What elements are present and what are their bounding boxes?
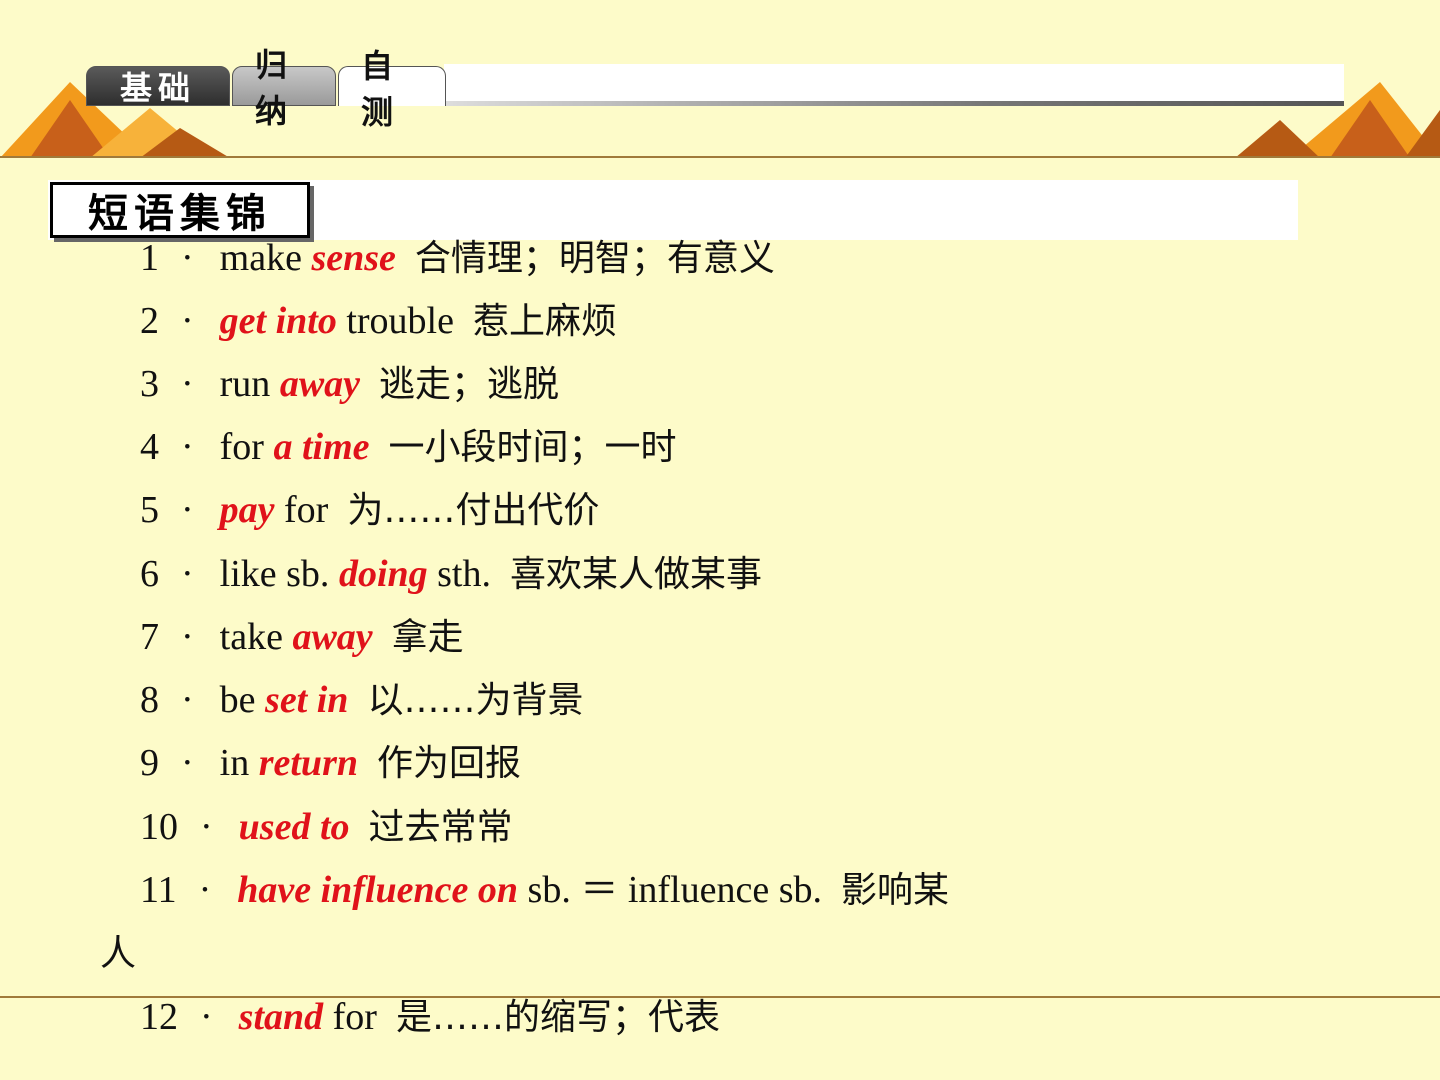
list-item-bullet: ·	[200, 996, 213, 1038]
list-item-bullet: ·	[181, 489, 194, 531]
list-item-gap	[491, 553, 510, 595]
list-item-keyword: doing	[338, 553, 428, 595]
list-item-bullet: ·	[181, 679, 194, 721]
list-item-bullet: ·	[181, 616, 194, 658]
list-item-gap	[350, 806, 369, 848]
list-item-prefix: run	[219, 363, 280, 405]
list-item: 3 · run away 逃走；逃脱	[140, 362, 559, 407]
tab-summary[interactable]: 归纳	[232, 46, 336, 130]
list-item-keyword: a time	[273, 426, 370, 468]
list-item-number: 2	[140, 300, 159, 342]
list-item: 2 · get into trouble 惹上麻烦	[140, 299, 617, 344]
list-item-number: 5	[140, 489, 159, 531]
list-item-translation: 逃走；逃脱	[379, 364, 560, 405]
list-item-keyword: pay	[219, 489, 275, 531]
list-item-keyword: sense	[311, 237, 396, 279]
list-item-bullet: ·	[181, 300, 194, 342]
list-item-suffix: for	[274, 489, 329, 531]
list-item-bullet: ·	[181, 426, 194, 468]
list-item-prefix: take	[219, 616, 293, 658]
list-item-number: 1	[140, 237, 159, 279]
list-item-gap	[373, 616, 392, 658]
list-item: 8 · be set in 以……为背景	[140, 678, 583, 723]
list-item-suffix: sb. ＝ influence sb.	[518, 869, 822, 911]
list-item-keyword: get into	[219, 300, 337, 342]
list-item-keyword: stand	[238, 996, 324, 1038]
list-item: 1 · make sense 合情理；明智；有意义	[140, 236, 775, 281]
list-item-number: 10	[140, 806, 178, 848]
list-item-bullet: ·	[200, 806, 213, 848]
list-item-translation: 作为回报	[377, 743, 522, 784]
list-item-keyword: away	[292, 616, 373, 658]
list-item-gap	[822, 869, 841, 911]
list-item-bullet: ·	[181, 363, 194, 405]
list-item-gap	[358, 742, 377, 784]
list-item-prefix: for	[219, 426, 274, 468]
list-item-bullet: ·	[181, 553, 194, 595]
list-item: 12 · stand for 是……的缩写；代表	[140, 995, 720, 1040]
header-rule	[0, 156, 1440, 158]
list-item-number: 7	[140, 616, 159, 658]
list-item-number: 12	[140, 996, 178, 1038]
list-item-translation: 合情理；明智；有意义	[414, 238, 775, 279]
list-item-11-wrap: 人	[100, 933, 137, 974]
list-item: 4 · for a time 一小段时间；一时	[140, 425, 677, 470]
list-item-number: 9	[140, 742, 159, 784]
list-item-keyword: set in	[265, 679, 349, 721]
list-item-number: 4	[140, 426, 159, 468]
list-item-translation: 以……为背景	[367, 680, 584, 721]
tab-strip-underline	[444, 101, 1344, 106]
list-item-keyword: away	[279, 363, 361, 405]
list-item: 11 · have influence on sb. ＝ influence sb.…	[140, 868, 949, 913]
tab-basics[interactable]: 基础	[86, 66, 230, 107]
list-item-translation: 一小段时间；一时	[388, 427, 677, 468]
list-item-gap	[370, 426, 389, 468]
list-item-gap	[396, 237, 415, 279]
list-item-keyword: used to	[238, 806, 350, 848]
list-item-gap	[454, 300, 473, 342]
list-item-keyword: have influence on	[237, 869, 519, 911]
list-item-keyword: return	[258, 742, 358, 784]
list-item-prefix: in	[219, 742, 259, 784]
list-item-gap	[328, 489, 347, 531]
list-item-translation: 喜欢某人做某事	[510, 554, 763, 595]
tab-self-test[interactable]: 自测	[338, 47, 446, 131]
list-item-translation: 过去常常	[368, 807, 513, 848]
tab-strip	[444, 64, 1344, 102]
list-item-suffix: for	[323, 996, 377, 1038]
list-item-bullet: ·	[198, 869, 212, 911]
list-item-translation: 是……的缩写；代表	[395, 997, 720, 1038]
list-item: 7 · take away 拿走	[140, 615, 464, 660]
list-item-gap	[360, 363, 379, 405]
list-item-number: 8	[140, 679, 159, 721]
section-title: 短语集锦	[50, 182, 310, 238]
list-item-translation: 为……付出代价	[347, 490, 600, 531]
list-item-suffix: sth.	[427, 553, 491, 595]
list-item: 6 · like sb. doing sth. 喜欢某人做某事	[140, 552, 762, 597]
tab-bar: 基础 归纳 自测	[86, 46, 448, 131]
list-item: 10 · used to 过去常常	[140, 805, 513, 850]
list-item-number: 6	[140, 553, 159, 595]
list-item-prefix: make	[219, 237, 312, 279]
list-item: 9 · in return 作为回报	[140, 741, 521, 786]
list-item-suffix: trouble	[336, 300, 454, 342]
list-item-prefix: like sb.	[219, 553, 339, 595]
list-item-bullet: ·	[181, 237, 194, 279]
list-item-number: 3	[140, 363, 159, 405]
list-item-translation: 惹上麻烦	[472, 301, 617, 342]
list-item-translation: 拿走	[391, 617, 464, 658]
list-item-bullet: ·	[181, 742, 194, 784]
list-item-gap	[348, 679, 367, 721]
list-item-number: 11	[140, 869, 177, 911]
list-item: 5 · pay for 为……付出代价	[140, 488, 599, 533]
list-item-translation: 影响某	[840, 870, 949, 911]
list-item-prefix: be	[219, 679, 266, 721]
list-item-gap	[377, 996, 396, 1038]
